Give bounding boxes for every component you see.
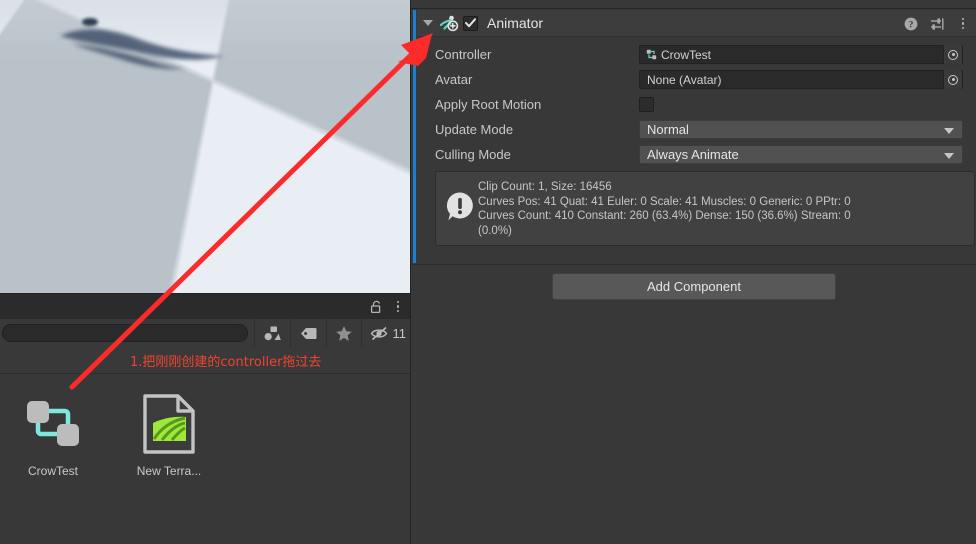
animator-controller-asset-icon	[21, 392, 85, 456]
svg-text:?: ?	[909, 20, 914, 30]
property-row-update-mode: Update Mode Normal	[411, 117, 976, 142]
avatar-object-field[interactable]: None (Avatar)	[639, 70, 963, 89]
checkmark-icon	[465, 18, 476, 28]
help-icon[interactable]: ?	[904, 17, 918, 31]
update-mode-wrap: Normal	[639, 120, 963, 139]
filter-by-type-icon[interactable]	[255, 319, 290, 348]
filter-by-label-icon[interactable]	[291, 319, 326, 348]
property-row-culling-mode: Culling Mode Always Animate	[411, 142, 976, 167]
avatar-value: None (Avatar)	[647, 72, 722, 87]
asset-item-crowtest[interactable]: CrowTest	[8, 392, 98, 478]
property-row-avatar: Avatar None (Avatar)	[411, 67, 976, 92]
culling-mode-value: Always Animate	[647, 147, 739, 162]
unity-editor-window: 11 1.把刚刚创建的controller拖过去 CrowTest New Te…	[0, 0, 976, 544]
animator-stats-helpbox: Clip Count: 1, Size: 16456 Curves Pos: 4…	[435, 171, 975, 246]
annotation-text: 1.把刚刚创建的controller拖过去	[130, 355, 322, 370]
property-label: Controller	[435, 47, 492, 62]
kebab-menu-icon[interactable]	[957, 17, 969, 31]
asset-item-new-terrain[interactable]: New Terra...	[124, 392, 214, 478]
asset-label: New Terra...	[136, 464, 202, 478]
animator-component-icon	[439, 13, 459, 33]
apply-root-motion-wrap	[639, 97, 963, 112]
asset-label: CrowTest	[27, 464, 78, 478]
kebab-menu-icon[interactable]	[392, 300, 404, 314]
property-label: Apply Root Motion	[435, 97, 542, 112]
inspector-panel: Animator ? Controller CrowTest Avatar No…	[410, 0, 976, 544]
foldout-arrow-icon[interactable]	[417, 10, 439, 37]
left-column: 11 1.把刚刚创建的controller拖过去 CrowTest New Te…	[0, 0, 410, 544]
component-enabled-checkbox[interactable]	[463, 15, 478, 31]
add-component-button[interactable]: Add Component	[552, 273, 836, 300]
component-title: Animator	[487, 15, 544, 31]
terrain-asset-icon	[137, 392, 201, 456]
search-input[interactable]	[2, 324, 249, 342]
hidden-objects-toggle[interactable]: 11	[362, 319, 411, 348]
scene-view[interactable]	[0, 0, 410, 293]
avatar-field-wrap: None (Avatar)	[639, 70, 963, 89]
lock-open-icon[interactable]	[370, 300, 383, 314]
controller-field-wrap: CrowTest	[639, 45, 963, 64]
chevron-down-icon	[944, 127, 954, 134]
info-exclamation-icon	[444, 179, 476, 221]
project-panel-header	[0, 293, 410, 318]
project-toolbar: 11	[0, 318, 411, 348]
animator-controller-asset-icon	[646, 49, 657, 60]
property-label: Culling Mode	[435, 147, 511, 162]
object-picker-icon[interactable]	[943, 70, 962, 89]
culling-mode-dropdown[interactable]: Always Animate	[639, 145, 963, 164]
culling-mode-wrap: Always Animate	[639, 145, 963, 164]
update-mode-value: Normal	[647, 122, 689, 137]
property-row-apply-root-motion: Apply Root Motion	[411, 92, 976, 117]
add-component-wrap: Add Component	[411, 273, 976, 300]
inspector-divider	[411, 264, 976, 265]
object-picker-icon[interactable]	[943, 45, 962, 64]
star-icon[interactable]	[327, 319, 361, 348]
inspector-top-strip	[411, 0, 976, 9]
apply-root-motion-checkbox[interactable]	[639, 97, 654, 112]
update-mode-dropdown[interactable]: Normal	[639, 120, 963, 139]
project-asset-area[interactable]: CrowTest New Terra...	[0, 373, 410, 544]
annotation-row: 1.把刚刚创建的controller拖过去	[0, 347, 410, 373]
hidden-objects-count: 11	[392, 325, 407, 341]
chevron-down-icon	[944, 152, 954, 159]
asset-grid: CrowTest New Terra...	[8, 392, 214, 478]
eye-crossed-icon	[370, 326, 387, 340]
property-label: Avatar	[435, 72, 473, 87]
controller-value: CrowTest	[661, 47, 712, 62]
animator-component-header[interactable]: Animator ?	[417, 10, 976, 37]
preset-icon[interactable]	[930, 17, 945, 31]
helpbox-text: Clip Count: 1, Size: 16456 Curves Pos: 4…	[478, 181, 851, 237]
property-label: Update Mode	[435, 122, 514, 137]
controller-object-field[interactable]: CrowTest	[639, 45, 963, 64]
scene-floor-perspective	[0, 0, 410, 293]
property-row-controller: Controller CrowTest	[411, 42, 976, 67]
component-header-icons: ?	[904, 10, 969, 37]
